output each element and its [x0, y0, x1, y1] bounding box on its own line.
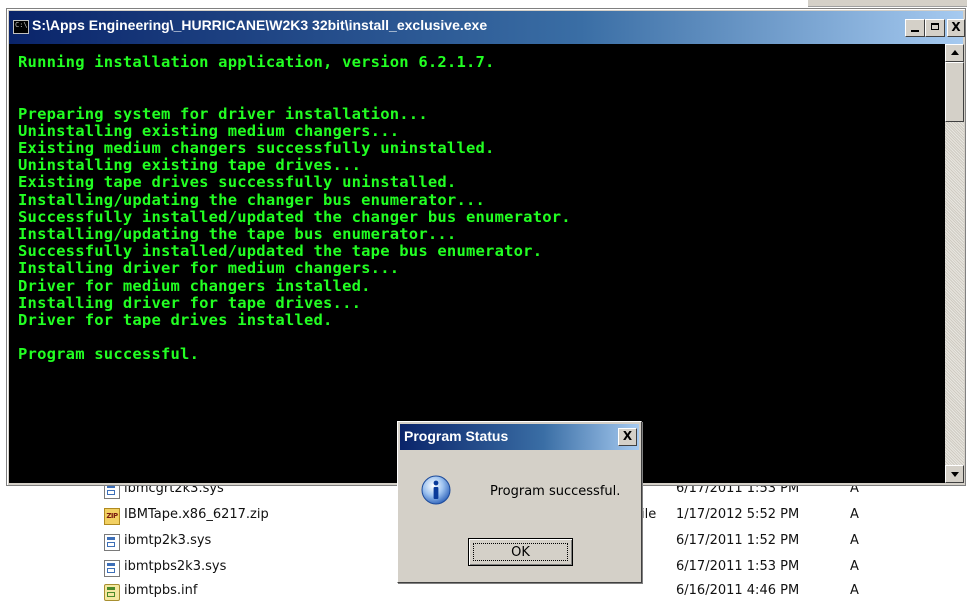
console-line: Installing/updating the tape bus enumera… — [18, 225, 457, 243]
file-attributes: A — [850, 583, 859, 598]
console-window[interactable]: S:\Apps Engineering\_HURRICANE\W2K3 32bi… — [6, 8, 966, 486]
console-titlebar[interactable]: S:\Apps Engineering\_HURRICANE\W2K3 32bi… — [9, 11, 965, 44]
maximize-button[interactable] — [925, 19, 945, 37]
console-line: Driver for tape drives installed. — [18, 311, 333, 330]
console-output[interactable]: Running installation application, versio… — [9, 44, 945, 483]
scroll-thumb[interactable] — [945, 62, 964, 122]
console-line: Program successful. — [18, 345, 200, 364]
console-text: Running installation application, versio… — [9, 44, 945, 364]
file-attributes: A — [850, 559, 859, 574]
minimize-button[interactable] — [905, 19, 925, 37]
file-date: 6/16/2011 4:46 PM — [676, 583, 800, 598]
console-line: Preparing system for driver installation… — [18, 104, 428, 123]
console-title: S:\Apps Engineering\_HURRICANE\W2K3 32bi… — [32, 17, 488, 33]
dialog-title: Program Status — [404, 428, 509, 444]
file-attributes: A — [850, 507, 859, 522]
console-line: Installing/updating the changer bus enum… — [18, 190, 486, 209]
console-line: Installing driver for tape drives... — [18, 293, 362, 312]
console-line: Uninstalling existing tape drives... — [18, 156, 362, 175]
maximize-icon — [931, 23, 939, 30]
sys-file-icon — [104, 560, 120, 577]
scroll-up-button[interactable] — [945, 44, 964, 62]
console-line: Successfully installed/updated the chang… — [18, 207, 571, 226]
dialog-close-button[interactable]: X — [618, 428, 637, 446]
file-date: 6/17/2011 1:53 PM — [676, 559, 800, 574]
vertical-scrollbar[interactable] — [945, 44, 964, 483]
file-name: ibmtpbs2k3.sys — [124, 559, 227, 574]
console-line: Uninstalling existing medium changers... — [18, 121, 400, 140]
close-icon: X — [951, 20, 961, 34]
console-line: Existing tape drives successfully uninst… — [18, 173, 457, 192]
minimize-icon — [911, 30, 919, 32]
file-date: 6/17/2011 1:52 PM — [676, 533, 800, 548]
info-icon — [421, 475, 451, 505]
zip-file-icon: ZIP — [104, 508, 120, 525]
console-line: Driver for medium changers installed. — [18, 276, 371, 295]
file-name: ibmtp2k3.sys — [124, 533, 212, 548]
file-attributes: A — [850, 533, 859, 548]
inf-file-icon — [104, 584, 120, 601]
ok-button[interactable]: OK — [468, 538, 573, 566]
console-icon[interactable] — [13, 20, 29, 34]
scroll-down-button[interactable] — [945, 465, 964, 483]
explorer-toolbar-strip — [808, 0, 967, 7]
file-date: 1/17/2012 5:52 PM — [676, 507, 800, 522]
console-line: Existing medium changers successfully un… — [18, 138, 495, 157]
file-name: ibmtpbs.inf — [124, 583, 198, 598]
console-line: Running installation application, versio… — [18, 53, 495, 71]
sys-file-icon — [104, 534, 120, 551]
file-row[interactable]: ibmtpbs.inf 6/16/2011 4:46 PM A — [96, 580, 956, 604]
file-name: IBMTape.x86_6217.zip — [124, 507, 269, 522]
ok-button-label: OK — [473, 543, 568, 561]
close-button[interactable]: X — [947, 19, 965, 37]
close-icon: X — [622, 429, 633, 443]
console-line: Successfully installed/updated the tape … — [18, 242, 543, 261]
console-line: Installing driver for medium changers... — [18, 259, 400, 278]
file-type: ile — [641, 507, 657, 522]
dialog-message: Program successful. — [490, 484, 621, 499]
dialog-titlebar[interactable]: Program Status X — [400, 424, 639, 450]
program-status-dialog[interactable]: Program Status X Program successful. OK — [397, 421, 642, 583]
